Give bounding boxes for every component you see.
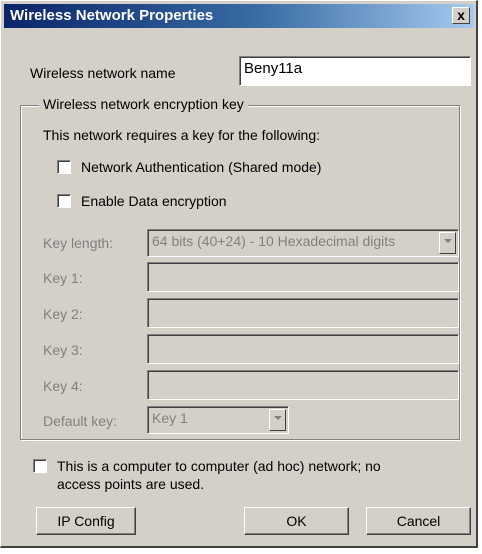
key-length-select[interactable]: 64 bits (40+24) - 10 Hexadecimal digits <box>147 229 459 257</box>
default-key-select[interactable]: Key 1 <box>147 406 289 434</box>
adhoc-label-line2[interactable]: access points are used. <box>57 476 204 492</box>
title-bar[interactable]: Wireless Network Properties x <box>4 4 474 28</box>
network-auth-checkbox[interactable] <box>57 160 71 174</box>
adhoc-label-line1[interactable]: This is a computer to computer (ad hoc) … <box>57 458 381 474</box>
key2-input[interactable] <box>147 298 459 328</box>
data-encryption-label[interactable]: Enable Data encryption <box>81 193 227 209</box>
network-name-input[interactable]: Beny11a <box>239 56 471 86</box>
ok-button[interactable]: OK <box>244 507 349 535</box>
window-title: Wireless Network Properties <box>10 7 214 24</box>
data-encryption-checkbox[interactable] <box>57 194 71 208</box>
key-length-value: 64 bits (40+24) - 10 Hexadecimal digits <box>152 233 396 249</box>
close-icon: x <box>457 7 465 23</box>
cancel-button[interactable]: Cancel <box>366 507 471 535</box>
key-length-label: Key length: <box>43 235 114 251</box>
default-key-value: Key 1 <box>152 410 188 426</box>
network-name-value: Beny11a <box>244 60 303 77</box>
encryption-group-legend: Wireless network encryption key <box>39 96 248 112</box>
key2-label: Key 2: <box>43 306 83 322</box>
network-name-label: Wireless network name <box>30 65 176 81</box>
encryption-intro-text: This network requires a key for the foll… <box>43 127 321 143</box>
wireless-properties-dialog: Wireless Network Properties x Wireless n… <box>0 0 478 548</box>
ip-config-button[interactable]: IP Config <box>36 507 136 535</box>
key4-label: Key 4: <box>43 378 83 394</box>
key4-input[interactable] <box>147 370 459 400</box>
network-auth-label[interactable]: Network Authentication (Shared mode) <box>81 159 321 175</box>
key1-label: Key 1: <box>43 270 83 286</box>
default-key-chevron-down-icon[interactable] <box>269 409 286 431</box>
default-key-label: Default key: <box>43 413 117 429</box>
key3-label: Key 3: <box>43 342 83 358</box>
key-length-chevron-down-icon[interactable] <box>439 232 456 254</box>
close-button[interactable]: x <box>452 7 470 24</box>
key1-input[interactable] <box>147 262 459 292</box>
key3-input[interactable] <box>147 334 459 364</box>
adhoc-checkbox[interactable] <box>33 459 47 473</box>
